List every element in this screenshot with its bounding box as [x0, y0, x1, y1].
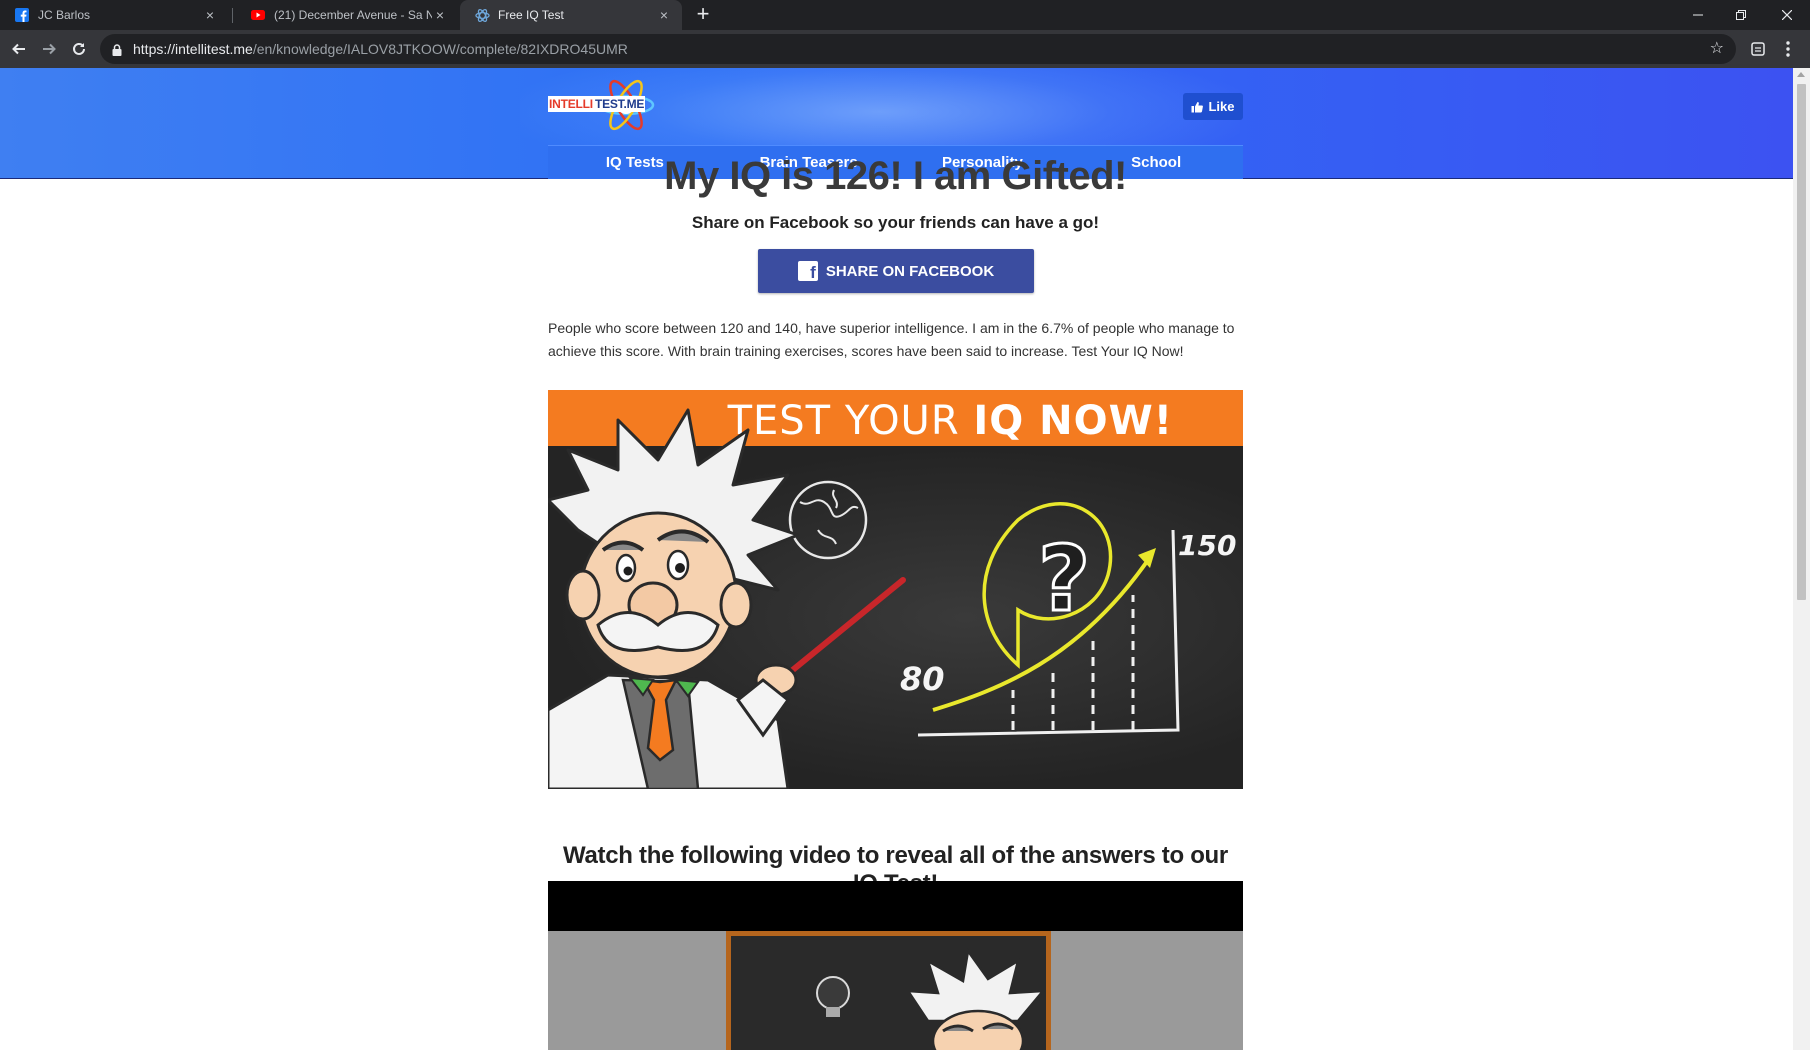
einstein-illustration: ? 80 150 [548, 408, 1236, 789]
thumbs-up-icon [1191, 101, 1204, 112]
page-scrollbar[interactable] [1793, 68, 1810, 1050]
result-heading: My IQ is 126! I am Gifted! [664, 154, 1127, 198]
tab-title: (21) December Avenue - Sa Ngal [274, 8, 432, 22]
logo-wordmark: INTELLI TEST.ME [548, 96, 646, 112]
tab-title: Free IQ Test [498, 8, 564, 22]
url-host: https://intellitest.me [133, 41, 253, 57]
forward-icon[interactable] [36, 36, 62, 62]
tab-facebook[interactable]: JC Barlos × [0, 0, 228, 30]
close-icon[interactable]: × [202, 7, 218, 23]
tab-free-iq-test[interactable]: Free IQ Test × [460, 0, 682, 30]
result-description: People who score between 120 and 140, ha… [548, 320, 1235, 359]
share-on-facebook-button[interactable]: f SHARE ON FACEBOOK [758, 249, 1034, 293]
logo-text-red: INTELLI [548, 96, 594, 112]
graph-label-low: 80 [900, 660, 945, 698]
restore-icon[interactable] [1718, 0, 1764, 30]
facebook-like-button[interactable]: Like [1183, 93, 1243, 120]
tab-title: JC Barlos [38, 8, 91, 22]
address-bar[interactable]: https://intellitest.me/en/knowledge/IALO… [100, 34, 1736, 64]
scroll-up-arrow-icon[interactable] [1797, 72, 1805, 77]
question-mark: ? [1038, 527, 1090, 632]
close-window-icon[interactable] [1764, 0, 1810, 30]
extension-icon[interactable] [1745, 36, 1771, 62]
tab-separator [232, 8, 233, 23]
bookmark-star-icon[interactable]: ☆ [1710, 41, 1724, 57]
lightbulb-icon [816, 976, 850, 1017]
video-thumbnail-art [816, 947, 1046, 1050]
tab-strip: JC Barlos × (21) December Avenue - Sa Ng… [0, 0, 1810, 30]
new-tab-button[interactable]: + [690, 2, 716, 28]
back-icon[interactable] [6, 36, 32, 62]
graph-label-high: 150 [1178, 529, 1236, 562]
facebook-icon [14, 7, 30, 23]
video-player[interactable] [548, 881, 1243, 1050]
browser-toolbar: https://intellitest.me/en/knowledge/IALO… [0, 30, 1810, 68]
tab-youtube[interactable]: (21) December Avenue - Sa Ngal × [236, 0, 458, 30]
share-prompt: Share on Facebook so your friends can ha… [691, 213, 1100, 232]
reload-icon[interactable] [66, 36, 92, 62]
test-your-iq-banner[interactable]: TEST YOUR IQ NOW! ? 80 150 [548, 390, 1243, 789]
minimize-icon[interactable] [1675, 0, 1721, 30]
like-label: Like [1208, 99, 1235, 114]
url-text: https://intellitest.me/en/knowledge/IALO… [133, 34, 628, 64]
facebook-icon: f [797, 261, 818, 281]
scrollbar-thumb[interactable] [1797, 84, 1806, 600]
site-logo[interactable]: INTELLI TEST.ME [548, 75, 658, 135]
globe-drawing [788, 480, 868, 560]
menu-kebab-icon[interactable] [1775, 36, 1801, 62]
intellitest-icon [474, 7, 490, 23]
url-path: /en/knowledge/IALOV8JTKOOW/complete/82IX… [252, 41, 628, 57]
logo-text-blue: TEST.ME [593, 96, 646, 112]
youtube-icon [250, 7, 266, 23]
lock-icon [112, 43, 122, 61]
close-icon[interactable]: × [432, 7, 448, 23]
close-icon[interactable]: × [656, 7, 672, 23]
page-viewport: INTELLI TEST.ME Like IQ Tests Brain Tease… [0, 68, 1793, 1050]
share-button-label: SHARE ON FACEBOOK [825, 262, 995, 280]
